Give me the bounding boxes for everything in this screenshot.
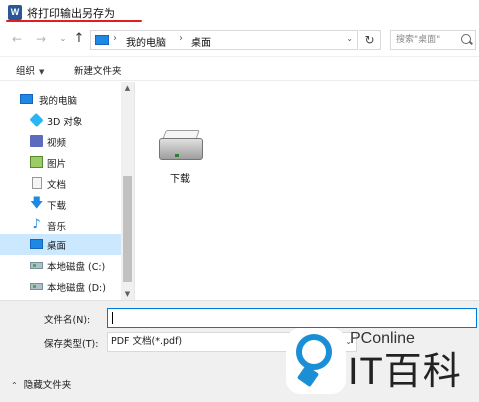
sidebar-item-label: 本地磁盘 (D:) xyxy=(47,283,106,294)
drive-icon xyxy=(159,138,203,160)
sidebar-item-label: 下载 xyxy=(47,201,67,212)
sidebar-item-documents[interactable]: 文档 xyxy=(0,173,121,194)
sidebar-item-videos[interactable]: 视频 xyxy=(0,131,121,152)
file-list-pane: 下载 xyxy=(135,82,479,300)
watermark-brand-large: IT百科 xyxy=(348,351,462,393)
breadcrumb-my-computer[interactable]: 我的电脑 xyxy=(126,34,166,49)
sidebar-scrollbar[interactable]: ▲ ▼ xyxy=(121,82,134,300)
hide-folders-button[interactable]: ⌃ 隐藏文件夹 xyxy=(11,377,71,391)
window-title: 将打印输出另存为 xyxy=(27,7,115,20)
search-icon[interactable] xyxy=(461,34,471,44)
watermark-search-logo-icon xyxy=(296,334,332,370)
sidebar-item-label: 3D 对象 xyxy=(47,117,83,128)
sidebar-item-label: 本地磁盘 (C:) xyxy=(47,262,106,273)
back-arrow-icon[interactable]: ← xyxy=(10,31,24,47)
filename-label: 文件名(N): xyxy=(44,315,91,326)
file-item-label: 下载 xyxy=(170,174,190,185)
breadcrumb-separator-icon[interactable]: › xyxy=(113,33,117,44)
sidebar-item-downloads[interactable]: 🡇 下载 xyxy=(0,194,121,215)
new-folder-button[interactable]: 新建文件夹 xyxy=(74,63,122,77)
computer-icon xyxy=(20,94,33,104)
chevron-up-icon: ⌃ xyxy=(11,381,18,390)
documents-icon xyxy=(32,177,42,189)
recent-locations-chevron-icon[interactable]: ⌄ xyxy=(56,31,70,47)
sidebar-item-label: 音乐 xyxy=(47,222,67,233)
music-icon: ♪ xyxy=(32,217,41,232)
sidebar-item-pictures[interactable]: 图片 xyxy=(0,152,121,173)
filetype-value: PDF 文档(*.pdf) xyxy=(111,336,183,347)
desktop-icon xyxy=(30,239,43,249)
filetype-label: 保存类型(T): xyxy=(44,339,99,350)
sidebar-item-desktop[interactable]: 桌面 xyxy=(0,234,121,255)
address-bar[interactable]: › 我的电脑 › 桌面 ⌄ xyxy=(90,30,358,50)
drive-led-icon xyxy=(175,154,179,157)
downloads-icon: 🡇 xyxy=(30,196,44,211)
watermark-brand-small: PConline xyxy=(350,330,415,347)
file-item-downloads[interactable]: 下载 xyxy=(155,130,213,186)
sidebar-item-label: 文档 xyxy=(47,180,67,191)
address-dropdown-chevron-icon[interactable]: ⌄ xyxy=(346,34,353,43)
pconline-watermark: PConline IT百科 xyxy=(284,324,479,402)
computer-icon xyxy=(95,35,109,45)
command-toolbar: 组织 ▼ 新建文件夹 xyxy=(0,56,479,81)
3d-objects-icon xyxy=(29,112,44,128)
word-icon: W xyxy=(8,5,22,20)
breadcrumb-desktop[interactable]: 桌面 xyxy=(191,34,211,49)
drive-icon xyxy=(30,262,43,269)
caret-down-icon: ▼ xyxy=(39,68,45,76)
sidebar-item-my-computer[interactable]: 我的电脑 xyxy=(0,89,121,110)
scrollbar-thumb[interactable] xyxy=(123,176,132,282)
up-arrow-icon[interactable]: ↑ xyxy=(72,31,86,47)
sidebar-item-label: 视频 xyxy=(47,138,67,149)
refresh-icon[interactable]: ↻ xyxy=(359,30,381,50)
title-bar: W 将打印输出另存为 xyxy=(0,0,479,26)
scroll-up-arrow-icon[interactable]: ▲ xyxy=(121,84,134,92)
text-caret xyxy=(112,312,113,324)
scroll-down-arrow-icon[interactable]: ▼ xyxy=(121,290,134,298)
search-placeholder: 搜索"桌面" xyxy=(396,35,441,45)
search-input[interactable]: 搜索"桌面" xyxy=(390,30,476,50)
sidebar-item-label: 图片 xyxy=(47,159,67,170)
sidebar-item-music[interactable]: ♪ 音乐 xyxy=(0,215,121,236)
sidebar-item-label: 桌面 xyxy=(47,241,67,252)
sidebar-item-drive-d[interactable]: 本地磁盘 (D:) xyxy=(0,276,121,297)
navigation-pane: 我的电脑 3D 对象 视频 图片 文档 🡇 下载 ♪ 音乐 桌面 本地磁盘 (C… xyxy=(0,82,134,300)
sidebar-item-label: 我的电脑 xyxy=(39,96,78,107)
organize-label: 组织 xyxy=(16,66,36,77)
forward-arrow-icon[interactable]: → xyxy=(34,31,48,47)
breadcrumb-separator-icon[interactable]: › xyxy=(179,33,183,44)
videos-icon xyxy=(30,135,43,147)
title-highlight-underline xyxy=(6,20,142,22)
hide-folders-label: 隐藏文件夹 xyxy=(23,380,72,391)
pictures-icon xyxy=(30,156,43,168)
navigation-bar: ← → ⌄ ↑ › 我的电脑 › 桌面 ⌄ ↻ 搜索"桌面" xyxy=(0,27,479,53)
drive-icon xyxy=(30,283,43,290)
organize-button[interactable]: 组织 ▼ xyxy=(16,63,44,77)
sidebar-item-drive-c[interactable]: 本地磁盘 (C:) xyxy=(0,255,121,276)
sidebar-item-3d-objects[interactable]: 3D 对象 xyxy=(0,110,121,131)
